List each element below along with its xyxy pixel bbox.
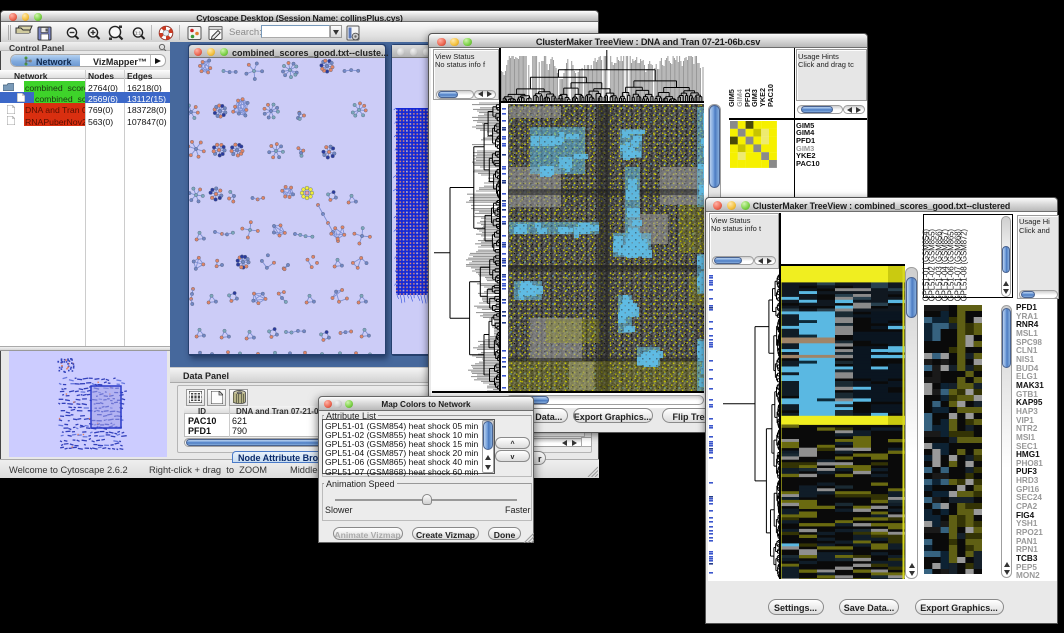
svg-text:1:1: 1:1 — [135, 31, 142, 36]
